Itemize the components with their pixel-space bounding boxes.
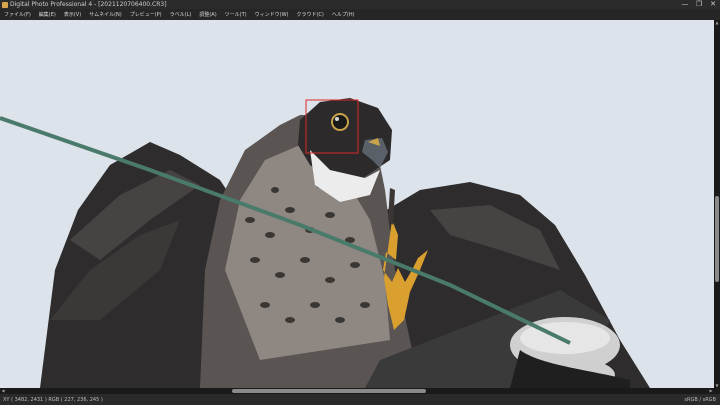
restore-button[interactable]: ❐ (692, 0, 706, 9)
menu-label[interactable]: ラベル(L) (166, 11, 196, 18)
title-bar: Digital Photo Professional 4 - [20211207… (0, 0, 720, 9)
image-viewer[interactable] (0, 20, 714, 388)
falcon-photo (0, 20, 714, 388)
app-icon (2, 1, 8, 8)
falcon-eye (331, 113, 349, 131)
menu-help[interactable]: ヘルプ(H) (328, 11, 359, 18)
window-title: Digital Photo Professional 4 - [20211207… (10, 1, 167, 8)
status-bar: XY ( 3482, 2431 ) RGB ( 227, 236, 245 ) … (0, 394, 720, 405)
scroll-up-icon[interactable]: ▲ (714, 20, 720, 25)
horizontal-scroll-thumb[interactable] (232, 389, 426, 393)
menu-cloud[interactable]: クラウド(C) (292, 11, 327, 18)
menu-edit[interactable]: 編集(E) (35, 11, 60, 18)
vertical-scrollbar[interactable]: ▲ ▼ (714, 20, 720, 388)
menu-tools[interactable]: ツール(T) (221, 11, 251, 18)
vertical-scroll-thumb[interactable] (715, 196, 719, 282)
window-controls: — ❐ ✕ (678, 0, 720, 9)
menu-view[interactable]: 表示(V) (60, 11, 85, 18)
menu-file[interactable]: ファイル(F) (0, 11, 35, 18)
close-button[interactable]: ✕ (706, 0, 720, 9)
pixel-readout: XY ( 3482, 2431 ) RGB ( 227, 236, 245 ) (3, 396, 103, 403)
color-profile: sRGB / sRGB (684, 396, 716, 403)
menu-adjust[interactable]: 調整(A) (195, 11, 220, 18)
minimize-button[interactable]: — (678, 0, 692, 9)
menu-preview[interactable]: プレビュー(P) (126, 11, 166, 18)
menu-window[interactable]: ウィンドウ(W) (251, 11, 293, 18)
menu-thumbnail[interactable]: サムネイル(N) (85, 11, 126, 18)
